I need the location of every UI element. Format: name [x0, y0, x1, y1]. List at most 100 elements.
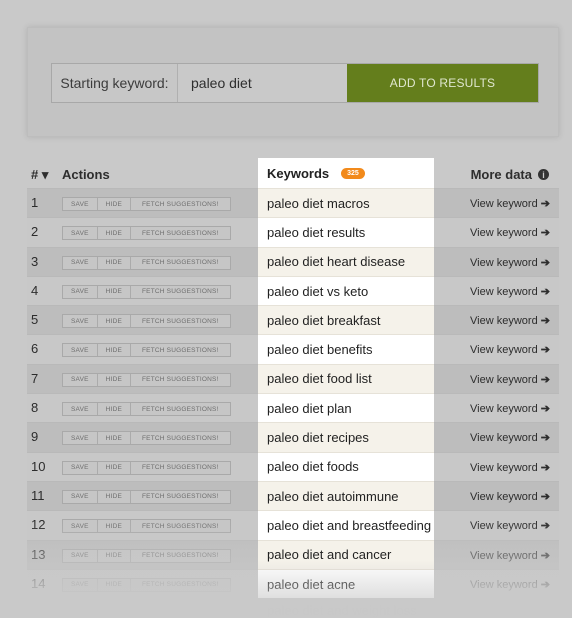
hide-button[interactable]: HIDE — [98, 344, 132, 357]
view-keyword-link[interactable]: View keyword ➔ — [470, 402, 550, 415]
hide-button[interactable]: HIDE — [98, 256, 132, 269]
hide-button[interactable]: HIDE — [98, 198, 132, 210]
hide-button[interactable]: HIDE — [98, 285, 132, 298]
keyword-cell[interactable]: paleo diet and breastfeeding — [258, 510, 434, 540]
hide-button[interactable]: HIDE — [98, 578, 132, 591]
save-button[interactable]: SAVE — [63, 490, 98, 503]
more-data-column-header: More data i — [471, 167, 549, 182]
hide-button[interactable]: HIDE — [98, 373, 132, 386]
starting-keyword-input[interactable] — [178, 64, 347, 102]
save-button[interactable]: SAVE — [63, 227, 98, 240]
view-keyword-link[interactable]: View keyword ➔ — [470, 490, 550, 503]
keyword-cell[interactable]: paleo diet breakfast — [258, 305, 434, 335]
save-button[interactable]: SAVE — [63, 549, 98, 562]
fetch-suggestions-button[interactable]: FETCH SUGGESTIONS! — [131, 462, 230, 474]
arrow-right-icon: ➔ — [540, 578, 550, 591]
fetch-suggestions-button[interactable]: FETCH SUGGESTIONS! — [131, 227, 230, 239]
hide-button[interactable]: HIDE — [98, 227, 132, 240]
fetch-suggestions-button[interactable]: FETCH SUGGESTIONS! — [131, 374, 230, 386]
fetch-suggestions-button[interactable]: FETCH SUGGESTIONS! — [131, 286, 230, 298]
keyword-cell[interactable]: paleo diet food list — [258, 363, 434, 394]
view-keyword-link[interactable]: View keyword ➔ — [470, 285, 550, 298]
hide-button[interactable]: HIDE — [98, 403, 132, 416]
row-action-buttons: SAVE HIDE FETCH SUGGESTIONS! — [62, 314, 231, 329]
add-to-results-button[interactable]: ADD TO RESULTS — [347, 64, 538, 102]
keyword-cell[interactable]: paleo diet recipes — [258, 422, 434, 452]
keyword-cell[interactable]: paleo diet results — [258, 217, 434, 247]
fetch-suggestions-button[interactable]: FETCH SUGGESTIONS! — [131, 432, 230, 444]
arrow-right-icon: ➔ — [540, 373, 550, 386]
caret-down-icon: ▾ — [41, 167, 49, 182]
keyword-cell[interactable]: paleo diet heart disease — [258, 246, 434, 276]
arrow-right-icon: ➔ — [540, 520, 550, 533]
row-number: 4 — [31, 282, 39, 298]
keyword-cell[interactable]: paleo diet benefits — [258, 334, 434, 364]
fetch-suggestions-button[interactable]: FETCH SUGGESTIONS! — [131, 315, 230, 327]
save-button[interactable]: SAVE — [63, 256, 98, 269]
view-keyword-link[interactable]: View keyword ➔ — [470, 226, 550, 239]
row-action-buttons: SAVE HIDE FETCH SUGGESTIONS! — [62, 284, 231, 299]
hide-button[interactable]: HIDE — [98, 315, 132, 328]
hide-button[interactable]: HIDE — [98, 490, 132, 503]
hide-button[interactable]: HIDE — [98, 520, 132, 533]
fetch-suggestions-button[interactable]: FETCH SUGGESTIONS! — [131, 344, 230, 356]
save-button[interactable]: SAVE — [63, 461, 98, 474]
row-action-buttons: SAVE HIDE FETCH SUGGESTIONS! — [62, 489, 231, 504]
save-button[interactable]: SAVE — [63, 315, 98, 328]
hide-button[interactable]: HIDE — [98, 461, 132, 474]
row-action-buttons: SAVE HIDE FETCH SUGGESTIONS! — [62, 460, 231, 475]
save-button[interactable]: SAVE — [63, 520, 98, 533]
number-column-header[interactable]: # ▾ — [31, 167, 48, 183]
keyword-cell[interactable]: paleo diet macros — [258, 188, 434, 218]
hide-button[interactable]: HIDE — [98, 432, 132, 445]
view-keyword-link[interactable]: View keyword ➔ — [470, 197, 550, 210]
row-action-buttons: SAVE HIDE FETCH SUGGESTIONS! — [62, 255, 231, 270]
view-keyword-link[interactable]: View keyword ➔ — [470, 549, 550, 562]
save-button[interactable]: SAVE — [63, 198, 98, 210]
hide-button[interactable]: HIDE — [98, 549, 132, 562]
keyword-cell[interactable]: paleo diet plan — [258, 393, 434, 423]
keywords-column-header: Keywords 325 — [258, 158, 434, 188]
arrow-right-icon: ➔ — [540, 198, 550, 210]
row-number: 8 — [31, 400, 39, 416]
save-button[interactable]: SAVE — [63, 373, 98, 386]
row-number: 12 — [31, 517, 46, 533]
row-number: 6 — [31, 341, 39, 357]
view-keyword-link[interactable]: View keyword ➔ — [470, 461, 550, 474]
fetch-suggestions-button[interactable]: FETCH SUGGESTIONS! — [131, 550, 230, 562]
fetch-suggestions-button[interactable]: FETCH SUGGESTIONS! — [131, 257, 230, 269]
starting-keyword-label: Starting keyword: — [52, 64, 178, 102]
row-action-buttons: SAVE HIDE FETCH SUGGESTIONS! — [62, 343, 231, 358]
save-button[interactable]: SAVE — [63, 403, 98, 416]
keyword-cell[interactable]: paleo diet autoimmune — [258, 480, 434, 511]
row-number: 14 — [31, 575, 46, 591]
save-button[interactable]: SAVE — [63, 285, 98, 298]
fetch-suggestions-button[interactable]: FETCH SUGGESTIONS! — [131, 579, 230, 591]
arrow-right-icon: ➔ — [540, 403, 550, 416]
keyword-cell[interactable]: paleo diet acne — [258, 568, 434, 599]
fetch-suggestions-button[interactable]: FETCH SUGGESTIONS! — [131, 403, 230, 415]
fetch-suggestions-button[interactable]: FETCH SUGGESTIONS! — [131, 491, 230, 503]
row-number: 10 — [31, 458, 46, 474]
arrow-right-icon: ➔ — [540, 490, 550, 503]
row-number: 2 — [31, 224, 39, 240]
save-button[interactable]: SAVE — [63, 344, 98, 357]
view-keyword-link[interactable]: View keyword ➔ — [470, 578, 550, 591]
fetch-suggestions-button[interactable]: FETCH SUGGESTIONS! — [131, 520, 230, 532]
save-button[interactable]: SAVE — [63, 432, 98, 445]
keyword-cell[interactable]: paleo diet and cancer — [258, 539, 434, 569]
keyword-cell[interactable]: paleo diet foods — [258, 451, 434, 481]
view-keyword-link[interactable]: View keyword ➔ — [470, 343, 550, 356]
info-icon[interactable]: i — [538, 169, 549, 180]
arrow-right-icon: ➔ — [540, 461, 550, 474]
view-keyword-link[interactable]: View keyword ➔ — [470, 256, 550, 269]
row-action-buttons: SAVE HIDE FETCH SUGGESTIONS! — [62, 402, 231, 417]
view-keyword-link[interactable]: View keyword ➔ — [470, 431, 550, 444]
fetch-suggestions-button[interactable]: FETCH SUGGESTIONS! — [131, 198, 230, 210]
view-keyword-link[interactable]: View keyword ➔ — [470, 519, 550, 532]
save-button[interactable]: SAVE — [63, 578, 98, 591]
search-panel: Starting keyword: ADD TO RESULTS — [27, 27, 559, 137]
view-keyword-link[interactable]: View keyword ➔ — [470, 373, 550, 386]
view-keyword-link[interactable]: View keyword ➔ — [470, 314, 550, 327]
keyword-cell[interactable]: paleo diet vs keto — [258, 275, 434, 306]
